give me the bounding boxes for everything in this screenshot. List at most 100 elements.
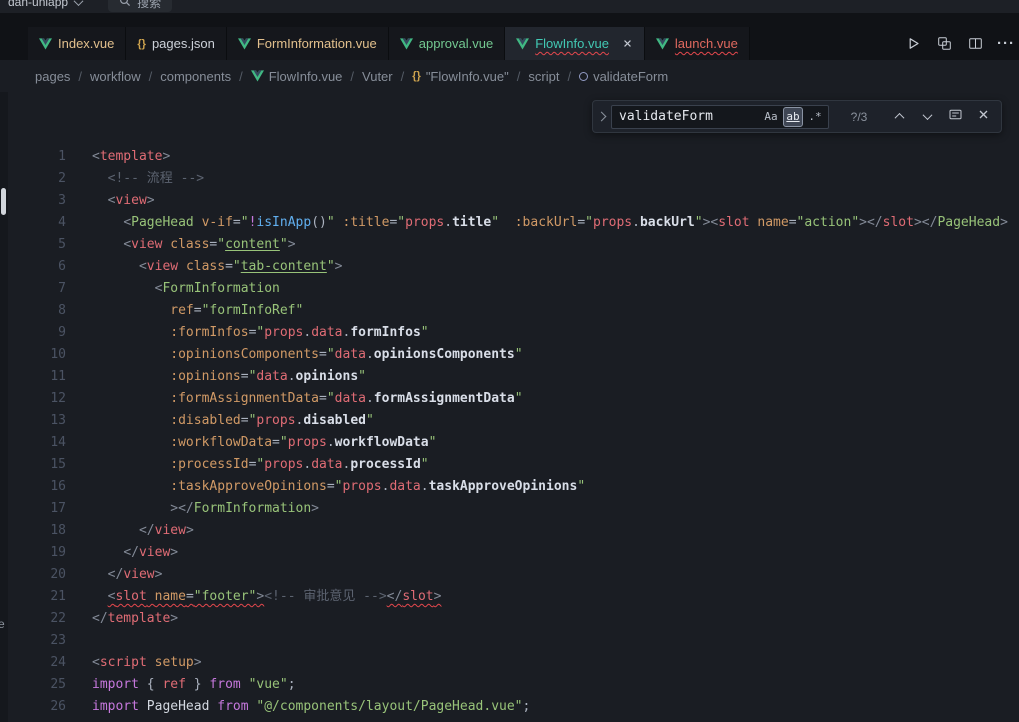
tab-pages.json[interactable]: {}pages.json: [126, 27, 226, 60]
code-line-14[interactable]: 14 :workflowData="props.workflowData": [0, 432, 1019, 454]
code-line-19[interactable]: 19 </view>: [0, 542, 1019, 564]
code-line-21[interactable]: 21 <slot name="footer"><!-- 审批意见 --></sl…: [0, 586, 1019, 608]
line-number[interactable]: 26: [0, 696, 66, 718]
code-line-15[interactable]: 15 :processId="props.data.processId": [0, 454, 1019, 476]
line-number[interactable]: 2: [0, 168, 66, 190]
code-token: </: [178, 501, 194, 516]
search-button[interactable]: 搜索: [108, 0, 172, 12]
vue-file-icon: [516, 38, 529, 50]
line-number[interactable]: 13: [0, 410, 66, 432]
code-token: ": [280, 435, 288, 450]
line-number[interactable]: 6: [0, 256, 66, 278]
breadcrumb-item-flowinfo.vue[interactable]: FlowInfo.vue: [251, 69, 343, 84]
code-area[interactable]: 1<template>2 <!-- 流程 -->3 <view>4 <PageH…: [0, 92, 1019, 718]
line-number[interactable]: 5: [0, 234, 66, 256]
code-line-11[interactable]: 11 :opinions="data.opinions": [0, 366, 1019, 388]
code-token: [178, 259, 186, 274]
line-number[interactable]: 14: [0, 432, 66, 454]
breadcrumb-item-flowinfo.vue[interactable]: {}"FlowInfo.vue": [412, 69, 509, 84]
code-token: props: [256, 413, 295, 428]
tab-flowinfo.vue[interactable]: FlowInfo.vue: [505, 27, 645, 60]
code-text: ></FormInformation>: [66, 498, 319, 520]
code-line-1[interactable]: 1<template>: [0, 146, 1019, 168]
code-line-16[interactable]: 16 :taskApproveOpinions="props.data.task…: [0, 476, 1019, 498]
code-token: [92, 193, 108, 208]
line-number[interactable]: 8: [0, 300, 66, 322]
next-match-button[interactable]: [917, 107, 937, 127]
breadcrumb-item-script[interactable]: script: [528, 69, 559, 84]
code-line-13[interactable]: 13 :disabled="props.disabled": [0, 410, 1019, 432]
breadcrumb-item-components[interactable]: components: [160, 69, 231, 84]
line-number[interactable]: 23: [0, 630, 66, 652]
run-button[interactable]: [902, 33, 924, 55]
line-number[interactable]: 24: [0, 652, 66, 674]
editor[interactable]: validateForm Aaab.* ?/3 1<template>2 <!-…: [0, 92, 1019, 722]
tab-launch.vue[interactable]: launch.vue: [645, 27, 750, 60]
breadcrumb-item-vuter[interactable]: Vuter: [362, 69, 393, 84]
split-editor-icon: [968, 36, 983, 51]
close-find-button[interactable]: [973, 107, 993, 127]
code-line-23[interactable]: 23: [0, 630, 1019, 652]
code-text: :workflowData="props.workflowData": [66, 432, 436, 454]
find-in-selection-button[interactable]: [945, 107, 965, 127]
match-case-icon: Aa: [764, 110, 777, 123]
line-number[interactable]: 16: [0, 476, 66, 498]
code-line-6[interactable]: 6 <view class="tab-content">: [0, 256, 1019, 278]
line-number[interactable]: 21: [0, 586, 66, 608]
tab-approval.vue[interactable]: approval.vue: [389, 27, 505, 60]
code-line-3[interactable]: 3 <view>: [0, 190, 1019, 212]
breadcrumb-item-validateform[interactable]: validateForm: [579, 69, 668, 84]
breadcrumb-item-workflow[interactable]: workflow: [90, 69, 141, 84]
line-number[interactable]: 15: [0, 454, 66, 476]
whole-word-option[interactable]: ab: [783, 107, 803, 127]
open-changes-button[interactable]: [933, 33, 955, 55]
line-number[interactable]: 12: [0, 388, 66, 410]
code-line-4[interactable]: 4 <PageHead v-if="!isInApp()" :title="pr…: [0, 212, 1019, 234]
code-line-9[interactable]: 9 :formInfos="props.data.formInfos": [0, 322, 1019, 344]
more-actions-button[interactable]: ···: [995, 33, 1017, 55]
code-line-25[interactable]: 25import { ref } from "vue";: [0, 674, 1019, 696]
line-number[interactable]: 19: [0, 542, 66, 564]
code-line-26[interactable]: 26import PageHead from "@/components/lay…: [0, 696, 1019, 718]
line-number[interactable]: 9: [0, 322, 66, 344]
code-line-5[interactable]: 5 <view class="content">: [0, 234, 1019, 256]
toggle-replace-button[interactable]: [593, 101, 609, 132]
code-line-24[interactable]: 24<script setup>: [0, 652, 1019, 674]
match-case-option[interactable]: Aa: [761, 107, 781, 127]
line-number[interactable]: 18: [0, 520, 66, 542]
tab-forminformation.vue[interactable]: FormInformation.vue: [227, 27, 389, 60]
code-token: processId: [350, 457, 420, 472]
regex-option[interactable]: .*: [805, 107, 825, 127]
line-number[interactable]: 25: [0, 674, 66, 696]
code-text: <PageHead v-if="!isInApp()" :title="prop…: [66, 212, 1008, 234]
workspace-name[interactable]: dan-uniapp: [8, 0, 68, 9]
breadcrumb-item-pages[interactable]: pages: [35, 69, 70, 84]
code-line-20[interactable]: 20 </view>: [0, 564, 1019, 586]
line-number[interactable]: 11: [0, 366, 66, 388]
line-number[interactable]: 4: [0, 212, 66, 234]
code-line-22[interactable]: 22</template>: [0, 608, 1019, 630]
line-number[interactable]: 7: [0, 278, 66, 300]
line-number[interactable]: 3: [0, 190, 66, 212]
split-editor-button[interactable]: [964, 33, 986, 55]
previous-match-button[interactable]: [889, 107, 909, 127]
code-line-2[interactable]: 2 <!-- 流程 -->: [0, 168, 1019, 190]
code-token: :disabled: [170, 413, 240, 428]
code-token: view: [147, 259, 178, 274]
left-scrollbar-thumb[interactable]: [1, 188, 6, 215]
line-number[interactable]: 22: [0, 608, 66, 630]
code-line-10[interactable]: 10 :opinionsComponents="data.opinionsCom…: [0, 344, 1019, 366]
close-icon[interactable]: [622, 38, 633, 49]
code-line-18[interactable]: 18 </view>: [0, 520, 1019, 542]
code-line-12[interactable]: 12 :formAssignmentData="data.formAssignm…: [0, 388, 1019, 410]
code-line-7[interactable]: 7 <FormInformation: [0, 278, 1019, 300]
line-number[interactable]: 17: [0, 498, 66, 520]
line-number[interactable]: 20: [0, 564, 66, 586]
tab-index.vue[interactable]: Index.vue: [28, 27, 126, 60]
code-line-8[interactable]: 8 ref="formInfoRef": [0, 300, 1019, 322]
line-number[interactable]: 10: [0, 344, 66, 366]
find-input[interactable]: validateForm Aaab.*: [611, 105, 829, 129]
line-number[interactable]: 1: [0, 146, 66, 168]
code-line-17[interactable]: 17 ></FormInformation>: [0, 498, 1019, 520]
tab-label: launch.vue: [675, 36, 738, 51]
